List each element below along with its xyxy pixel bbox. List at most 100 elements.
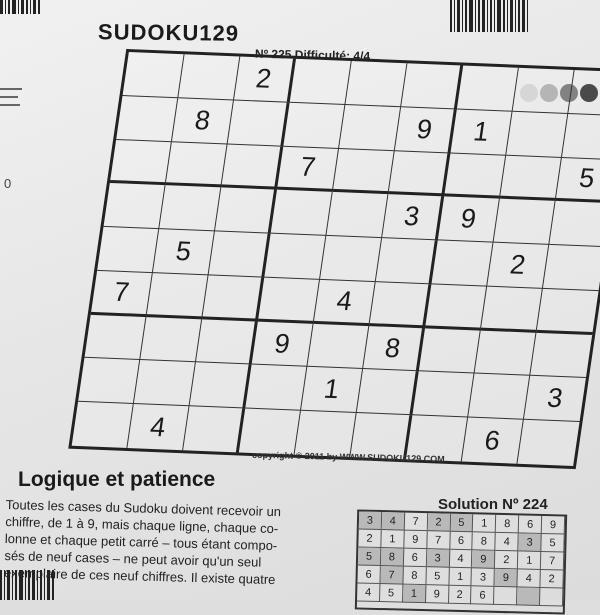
sudoku-cell: 5 (555, 157, 600, 204)
solution-cell: 7 (380, 566, 404, 585)
sudoku-cell: 7 (90, 270, 153, 317)
sudoku-cell: 8 (171, 98, 234, 145)
solution-cell: 8 (403, 566, 427, 586)
sudoku-cell (536, 288, 599, 335)
solution-cell: 9 (541, 515, 566, 535)
sudoku-cell (109, 139, 172, 186)
solution-cell: 4 (517, 569, 541, 588)
sudoku-cell (103, 183, 166, 230)
sudoku-cell: 5 (152, 229, 215, 276)
strip-rule (0, 88, 22, 90)
solution-cell: 3 (358, 511, 383, 531)
solution-cell: 5 (450, 513, 474, 533)
sudoku-cell (456, 65, 519, 112)
solution-cell: 6 (449, 531, 474, 551)
sudoku-cell: 9 (394, 107, 457, 154)
solution-cell: 4 (357, 583, 381, 603)
sudoku-cell (146, 272, 209, 319)
sudoku-cell (159, 185, 222, 232)
solution-cell: 6 (403, 548, 427, 568)
sudoku-cell (506, 111, 569, 158)
sudoku-cell: 9 (251, 321, 314, 368)
sudoku-cell (116, 95, 179, 142)
sudoku-cell (444, 153, 507, 199)
sudoku-grid: 289175395274981346 (68, 48, 600, 470)
sudoku-cell (339, 104, 402, 151)
solution-cell: 5 (541, 533, 565, 553)
sudoku-cell (289, 58, 352, 105)
sudoku-cell (264, 233, 327, 280)
sudoku-cell (270, 190, 333, 237)
sudoku-cell (221, 144, 284, 191)
solution-cell: 8 (472, 532, 497, 551)
sudoku-cell: 6 (461, 417, 524, 464)
solution-cell: 3 (426, 549, 450, 568)
strip-mark: 0 (4, 176, 12, 191)
solution-cell: 3 (518, 533, 542, 552)
sudoku-cell (202, 275, 265, 322)
solution-cell: 3 (471, 568, 496, 587)
solution-cell: 4 (381, 512, 405, 531)
strip-rule (0, 96, 18, 98)
sudoku-cell: 3 (523, 376, 586, 423)
solution-cell: 2 (448, 585, 472, 605)
solution-cell: 6 (471, 586, 495, 605)
sudoku-cell (133, 360, 196, 407)
solution-cell: 9 (472, 550, 496, 569)
solution-cell: 2 (540, 569, 564, 589)
sudoku-cell (512, 67, 575, 114)
sudoku-cell (517, 420, 579, 466)
sudoku-cell (369, 281, 432, 328)
sudoku-cell (412, 371, 475, 418)
newspaper-page: 0 SUDOKU129 Nº 225 Difficulté: 4/4 28917… (0, 0, 600, 615)
brand-logo: SUDOKU129 (97, 19, 240, 46)
sudoku-cell (326, 192, 389, 239)
sudoku-cell (78, 358, 141, 405)
article-heading: Logique et patience (18, 468, 216, 491)
sudoku-cell: 1 (300, 367, 363, 414)
solution-cell: 9 (425, 585, 449, 604)
sudoku-cell (568, 70, 600, 117)
solution-cell: 1 (518, 551, 542, 570)
sudoku-cell (257, 277, 320, 324)
sudoku-cell (493, 198, 556, 245)
sudoku-cell (425, 284, 488, 331)
sudoku-cell: 8 (362, 325, 426, 372)
solution-cell: 4 (495, 532, 519, 552)
solution-cell: 1 (473, 514, 497, 533)
solution-cell: 4 (449, 549, 473, 569)
sudoku-cell (480, 286, 543, 333)
sudoku-cell (97, 227, 160, 273)
sudoku-cell (178, 54, 241, 101)
solution-cell (494, 586, 518, 606)
sudoku-cell: 2 (233, 56, 297, 103)
solution-grid: 3472518692197684355863492176785139424519… (354, 509, 568, 615)
sudoku-cell (71, 401, 134, 448)
solution-cell (540, 587, 564, 607)
sudoku-cell (356, 369, 419, 416)
solution-cell: 2 (358, 529, 382, 549)
sudoku-cell (195, 318, 258, 365)
sudoku-cell (388, 150, 451, 197)
sudoku-cell: 2 (487, 242, 550, 289)
sudoku-cell: 4 (127, 404, 190, 451)
sudoku-cell (474, 330, 537, 377)
sudoku-cell (468, 373, 531, 420)
sudoku-cell (238, 408, 301, 455)
sudoku-cell (549, 201, 600, 248)
sudoku-cell: 1 (450, 109, 513, 156)
sudoku-cell (84, 314, 147, 361)
barcode-top-right (450, 0, 600, 32)
article-body: Toutes les cases du Sudoku doivent recev… (4, 496, 351, 590)
solution-cell: 1 (402, 584, 427, 604)
sudoku-cell (189, 362, 252, 409)
sudoku-area: 289175395274981346 (40, 48, 600, 470)
solution-cell: 8 (380, 548, 405, 567)
solution-cell: 7 (540, 551, 565, 571)
sudoku-cell: 7 (276, 146, 340, 193)
solution-cell: 2 (427, 513, 451, 532)
strip-rule (0, 104, 20, 106)
sudoku-cell (418, 327, 481, 374)
sudoku-cell (345, 61, 408, 108)
sudoku-cell: 4 (313, 279, 376, 326)
